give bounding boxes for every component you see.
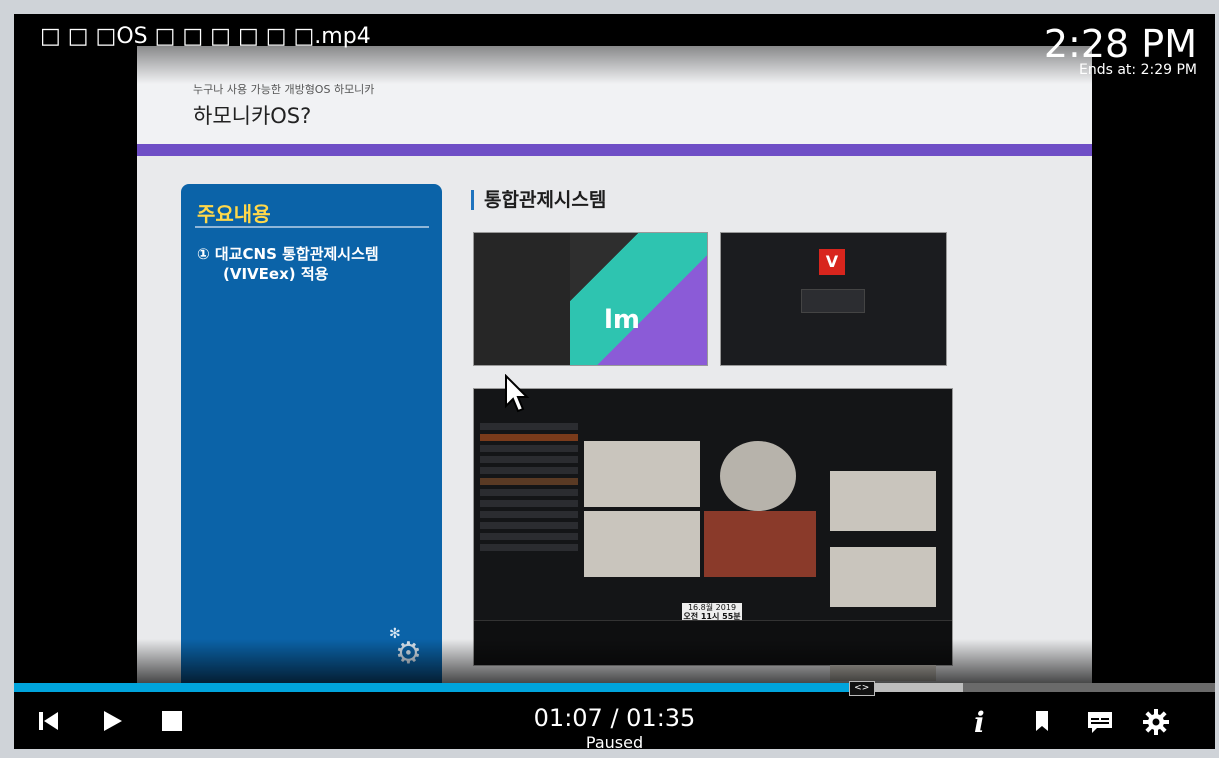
login-screenshot: V (720, 232, 947, 366)
clock: 2:28 PM (1043, 22, 1197, 66)
panel-divider (195, 226, 429, 228)
settings-button[interactable] (1142, 708, 1170, 740)
info-icon: i (974, 706, 985, 739)
video-title: □ □ □OS □ □ □ □ □ □.mp4 (40, 24, 371, 49)
seek-bar[interactable]: <> (14, 681, 1215, 696)
subtitles-button[interactable] (1086, 708, 1114, 738)
slide-summary-panel: 주요내용 ① 대교CNS 통합관제시스템 (VIVEex) 적용 ✻ ⚙ (181, 184, 442, 684)
login-box (801, 289, 865, 313)
panel-item: ① 대교CNS 통합관제시스템 (VIVEex) 적용 (197, 244, 379, 284)
monitoring-screenshot: 16.8월 2019 오전 11시 55분 33초 (473, 388, 953, 681)
video-player[interactable]: 누구나 사용 가능한 개방형OS 하모니카 하모니카OS? 주요내용 ① 대교C… (14, 14, 1215, 749)
device-list (480, 419, 578, 619)
desktop-screenshot: lm (473, 232, 708, 366)
section-title: 통합관제시스템 (471, 190, 606, 210)
info-button[interactable]: i (974, 706, 985, 739)
camera-feed (584, 441, 700, 507)
vive-logo: V (819, 249, 845, 275)
seek-handle-icon[interactable]: <> (848, 681, 875, 696)
gear-icon (1143, 709, 1169, 735)
camera-feed (584, 511, 700, 577)
video-frame: 누구나 사용 가능한 개방형OS 하모니카 하모니카OS? 주요내용 ① 대교C… (137, 46, 1092, 686)
bookmark-icon (1036, 711, 1048, 731)
mouse-cursor-icon (504, 373, 530, 418)
panel-item-line2: (VIVEex) 적용 (223, 265, 329, 283)
panel-heading: 주요내용 (197, 202, 271, 226)
ends-at: Ends at: 2:29 PM (1079, 62, 1197, 78)
slide-accent-bar (137, 144, 1092, 156)
slide-title: 하모니카OS? (193, 104, 312, 128)
panel-item-line1: ① 대교CNS 통합관제시스템 (197, 245, 379, 263)
bookmark-button[interactable] (1032, 708, 1052, 738)
seek-progress (14, 683, 861, 692)
timeline-timestamp: 16.8월 2019 오전 11시 55분 33초 (682, 603, 742, 630)
camera-feed (704, 511, 816, 577)
camera-feed (720, 441, 796, 511)
subtitles-icon (1088, 712, 1112, 733)
